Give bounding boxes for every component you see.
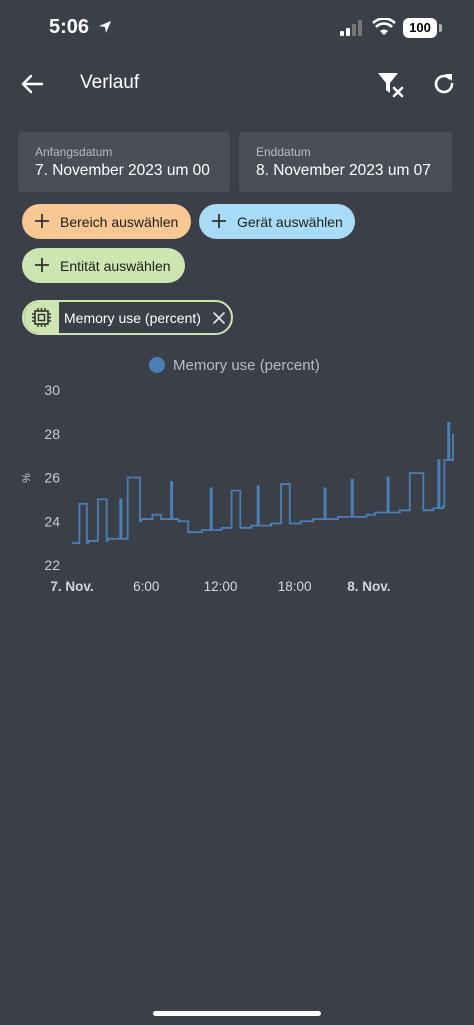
home-indicator [153,1011,321,1016]
legend-marker [149,357,165,373]
y-axis-label: % [21,473,33,483]
y-tick-label: 24 [44,513,60,529]
back-arrow-icon[interactable] [18,70,46,98]
y-tick-label: 28 [44,426,60,442]
close-icon[interactable] [212,311,226,325]
add-device-label: Gerät auswählen [237,213,343,230]
filter-remove-icon[interactable] [376,70,406,100]
x-tick-label: 18:00 [278,579,312,594]
battery-cap [439,24,442,32]
legend-label: Memory use (percent) [173,357,320,374]
y-tick-label: 22 [44,557,60,573]
x-tick-label: 12:00 [204,579,238,594]
battery-level: 100 [403,18,437,38]
selected-entity-chip[interactable]: Memory use (percent) [22,300,233,335]
series-line [72,421,454,545]
add-entity-button[interactable]: Entität auswählen [22,248,185,283]
y-tick-label: 26 [44,470,60,486]
app-bar: Verlauf [0,58,474,114]
start-date-value: 7. November 2023 um 00 [35,162,210,179]
y-tick-label: 30 [44,382,60,398]
end-date-label: Enddatum [256,145,311,159]
end-date-value: 8. November 2023 um 07 [256,162,431,179]
history-chart: Memory use (percent) 22 24 26 28 30% 7. Nov. 6:… [21,357,454,594]
end-date-field[interactable]: Enddatum 8. November 2023 um 07 [239,132,452,192]
chip-icon [32,308,51,327]
x-tick-label: 8. Nov. [347,579,390,594]
refresh-icon[interactable] [430,70,458,98]
signal-icon [340,20,362,36]
status-time: 5:06 [49,16,90,38]
add-entity-label: Entität auswählen [60,257,171,274]
start-date-field[interactable]: Anfangsdatum 7. November 2023 um 00 [18,132,230,192]
plus-icon [35,214,49,228]
selected-entity-label: Memory use (percent) [64,310,201,326]
plus-icon [212,214,226,228]
status-bar: 5:06 100 [0,0,474,58]
plus-icon [35,258,49,272]
location-arrow-icon [99,21,111,33]
wifi-icon [372,18,396,35]
x-tick-label: 7. Nov. [50,579,93,594]
add-area-button[interactable]: Bereich auswählen [22,204,191,239]
x-tick-label: 6:00 [133,579,159,594]
page-title: Verlauf [80,72,140,93]
add-device-button[interactable]: Gerät auswählen [199,204,355,239]
entity-icon-bg [24,302,59,333]
add-area-label: Bereich auswählen [60,213,179,230]
start-date-label: Anfangsdatum [35,145,113,159]
